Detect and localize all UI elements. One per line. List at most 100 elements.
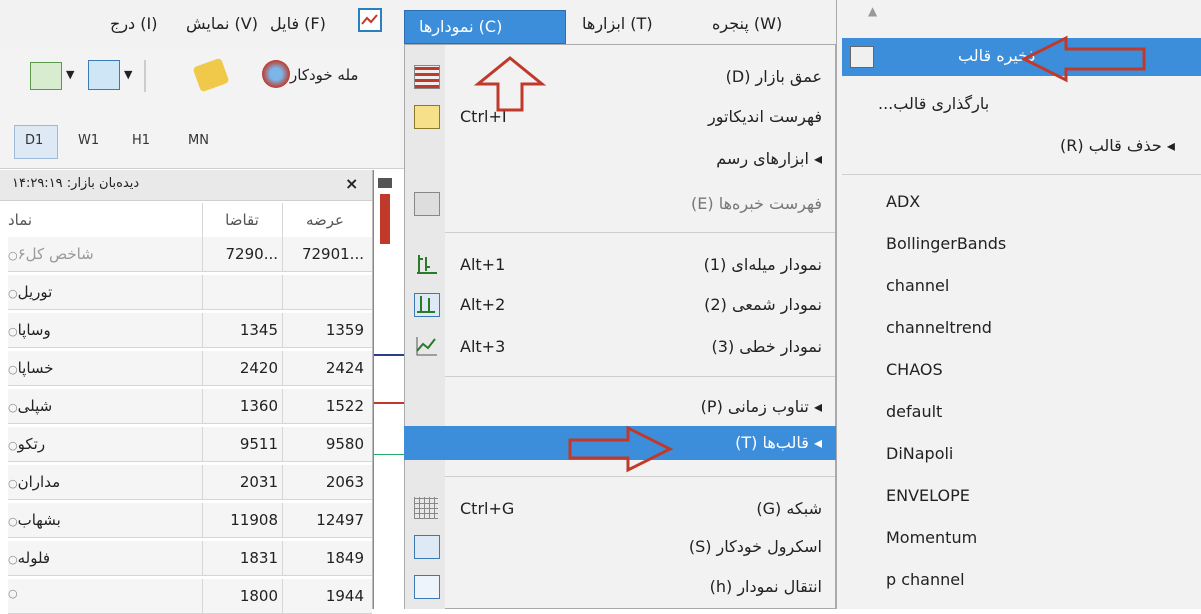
- ask-cell: 2424: [325, 359, 364, 377]
- line-chart-icon: [414, 335, 438, 357]
- symbol-dot-icon: ○: [8, 325, 18, 338]
- close-icon[interactable]: ×: [345, 174, 358, 193]
- menu-separator: [445, 376, 835, 377]
- menu-view[interactable]: نمایش (V): [186, 14, 258, 33]
- menu-item-grid[interactable]: Ctrl+G شبکه (G): [404, 492, 836, 526]
- new-chart-icon[interactable]: [30, 62, 62, 90]
- bid-cell: 2420: [239, 359, 278, 377]
- symbol-dot-icon: ○: [8, 515, 18, 528]
- symbol-dot-icon: ○: [8, 401, 18, 414]
- template-item[interactable]: p channel: [886, 570, 965, 589]
- symbol-cell: وساپا: [17, 321, 51, 339]
- save-template-icon: [850, 46, 874, 68]
- menu-file[interactable]: فایل (F): [270, 14, 326, 33]
- table-row[interactable]: ○ شپلی 1360 1522: [8, 389, 372, 424]
- menu-insert[interactable]: درج (I): [110, 14, 157, 33]
- table-row[interactable]: ○ وساپا 1345 1359: [8, 313, 372, 348]
- templates-submenu: [836, 0, 1201, 609]
- bid-cell: 1345: [239, 321, 278, 339]
- market-watch-column-headers: نماد تقاضا عرضه: [8, 203, 372, 238]
- scroll-up-icon[interactable]: ▲: [868, 4, 877, 18]
- header-bid[interactable]: تقاضا: [225, 211, 259, 229]
- symbol-dot-icon: ○: [8, 553, 18, 566]
- grid-icon: [414, 497, 438, 519]
- table-row[interactable]: ○ خساپا 2420 2424: [8, 351, 372, 386]
- header-symbol[interactable]: نماد: [8, 211, 32, 229]
- bid-cell: 1360: [239, 397, 278, 415]
- bid-cell: 7290...: [225, 245, 278, 263]
- symbol-dot-icon: ○: [8, 587, 18, 600]
- menu-item-expert-list[interactable]: فهرست خبره‌ها (E): [404, 187, 836, 221]
- auto-trade-icon[interactable]: [262, 60, 290, 88]
- menu-item-line-chart[interactable]: Alt+3 نمودار خطی (3): [404, 330, 836, 364]
- template-item[interactable]: ADX: [886, 192, 920, 211]
- ask-cell: 12497: [316, 511, 364, 529]
- symbol-cell: رتکو: [17, 435, 46, 453]
- ask-cell: 1944: [325, 587, 364, 605]
- menu-item-auto-scroll[interactable]: اسکرول خودکار (S): [404, 530, 836, 564]
- symbol-cell: شپلی: [17, 397, 53, 415]
- template-item[interactable]: ENVELOPE: [886, 486, 970, 505]
- template-item[interactable]: BollingerBands: [886, 234, 1006, 253]
- table-row[interactable]: ○ مداران 2031 2063: [8, 465, 372, 500]
- template-item[interactable]: CHAOS: [886, 360, 943, 379]
- bid-cell: 2031: [239, 473, 278, 491]
- bid-cell: 1831: [239, 549, 278, 567]
- template-item[interactable]: channeltrend: [886, 318, 992, 337]
- symbol-cell: خساپا: [17, 359, 54, 377]
- template-item[interactable]: Momentum: [886, 528, 977, 547]
- table-row[interactable]: ○ شاخص کل۶ 7290... 72901...: [8, 237, 372, 272]
- table-row[interactable]: ○ توریل: [8, 275, 372, 310]
- menu-window[interactable]: پنجره (W): [712, 14, 782, 33]
- template-item[interactable]: DiNapoli: [886, 444, 953, 463]
- chevron-down-icon[interactable]: ▼: [124, 68, 132, 81]
- symbol-dot-icon: ○: [8, 287, 18, 300]
- symbol-cell: توریل: [17, 283, 53, 301]
- symbol-dot-icon: ○: [8, 249, 18, 262]
- bar-chart-icon: [414, 253, 438, 275]
- header-ask[interactable]: عرضه: [306, 211, 344, 229]
- annotation-arrow-right: [568, 425, 674, 473]
- chart-area[interactable]: [373, 170, 406, 609]
- menu-charts[interactable]: نمودارها (C): [404, 10, 566, 44]
- symbol-cell: شاخص کل۶: [17, 245, 94, 263]
- symbol-cell: مداران: [17, 473, 61, 491]
- table-row[interactable]: ○ بشهاب 11908 12497: [8, 503, 372, 538]
- bid-cell: 1800: [239, 587, 278, 605]
- indicator-list-icon: [414, 105, 440, 129]
- menu-item-periodicity[interactable]: ◂ تناوب زمانی (P): [404, 390, 836, 424]
- auto-scroll-icon: [414, 535, 440, 559]
- menu-item-drawing-tools[interactable]: ◂ ابزارهای رسم: [404, 142, 836, 176]
- menu-item-candlestick-chart[interactable]: Alt+2 نمودار شمعی (2): [404, 288, 836, 322]
- ask-cell: 2063: [325, 473, 364, 491]
- symbol-dot-icon: ○: [8, 363, 18, 376]
- expert-list-icon: [414, 192, 440, 216]
- table-row[interactable]: ○ رتکو 9511 9580: [8, 427, 372, 462]
- template-item[interactable]: channel: [886, 276, 949, 295]
- timeframe-d1[interactable]: D1: [25, 133, 43, 148]
- template-item[interactable]: default: [886, 402, 942, 421]
- profiles-icon[interactable]: [88, 60, 120, 90]
- ask-cell: 1522: [325, 397, 364, 415]
- menu-item-bar-chart[interactable]: Alt+1 نمودار میله‌ای (1): [404, 248, 836, 282]
- toolbar-separator: [144, 60, 146, 92]
- market-depth-icon: [414, 65, 440, 89]
- symbol-dot-icon: ○: [8, 477, 18, 490]
- timeframe-w1[interactable]: W1: [78, 133, 99, 148]
- menu-item-indicator-list[interactable]: Ctrl+I فهرست اندیکاتور: [404, 100, 836, 134]
- ask-cell: 9580: [325, 435, 364, 453]
- annotation-arrow-up: [473, 56, 547, 112]
- auto-trade-label[interactable]: مله خودکار: [290, 66, 358, 84]
- candlestick-icon: [414, 293, 440, 317]
- menu-item-chart-shift[interactable]: انتقال نمودار (h): [404, 570, 836, 604]
- menu-tools[interactable]: ابزارها (T): [582, 14, 653, 33]
- delete-template-item[interactable]: ◂ حذف قالب (R): [1060, 136, 1175, 155]
- table-row[interactable]: ○ فلوله 1831 1849: [8, 541, 372, 576]
- timeframe-h1[interactable]: H1: [132, 133, 150, 148]
- chevron-down-icon[interactable]: ▼: [66, 68, 74, 81]
- menu-item-market-depth[interactable]: عمق بازار (D): [404, 60, 836, 94]
- timeframe-mn[interactable]: MN: [188, 133, 209, 148]
- load-template-item[interactable]: بارگذاری قالب...: [878, 94, 989, 113]
- ask-cell: 72901...: [301, 245, 364, 263]
- app-icon: [358, 8, 382, 32]
